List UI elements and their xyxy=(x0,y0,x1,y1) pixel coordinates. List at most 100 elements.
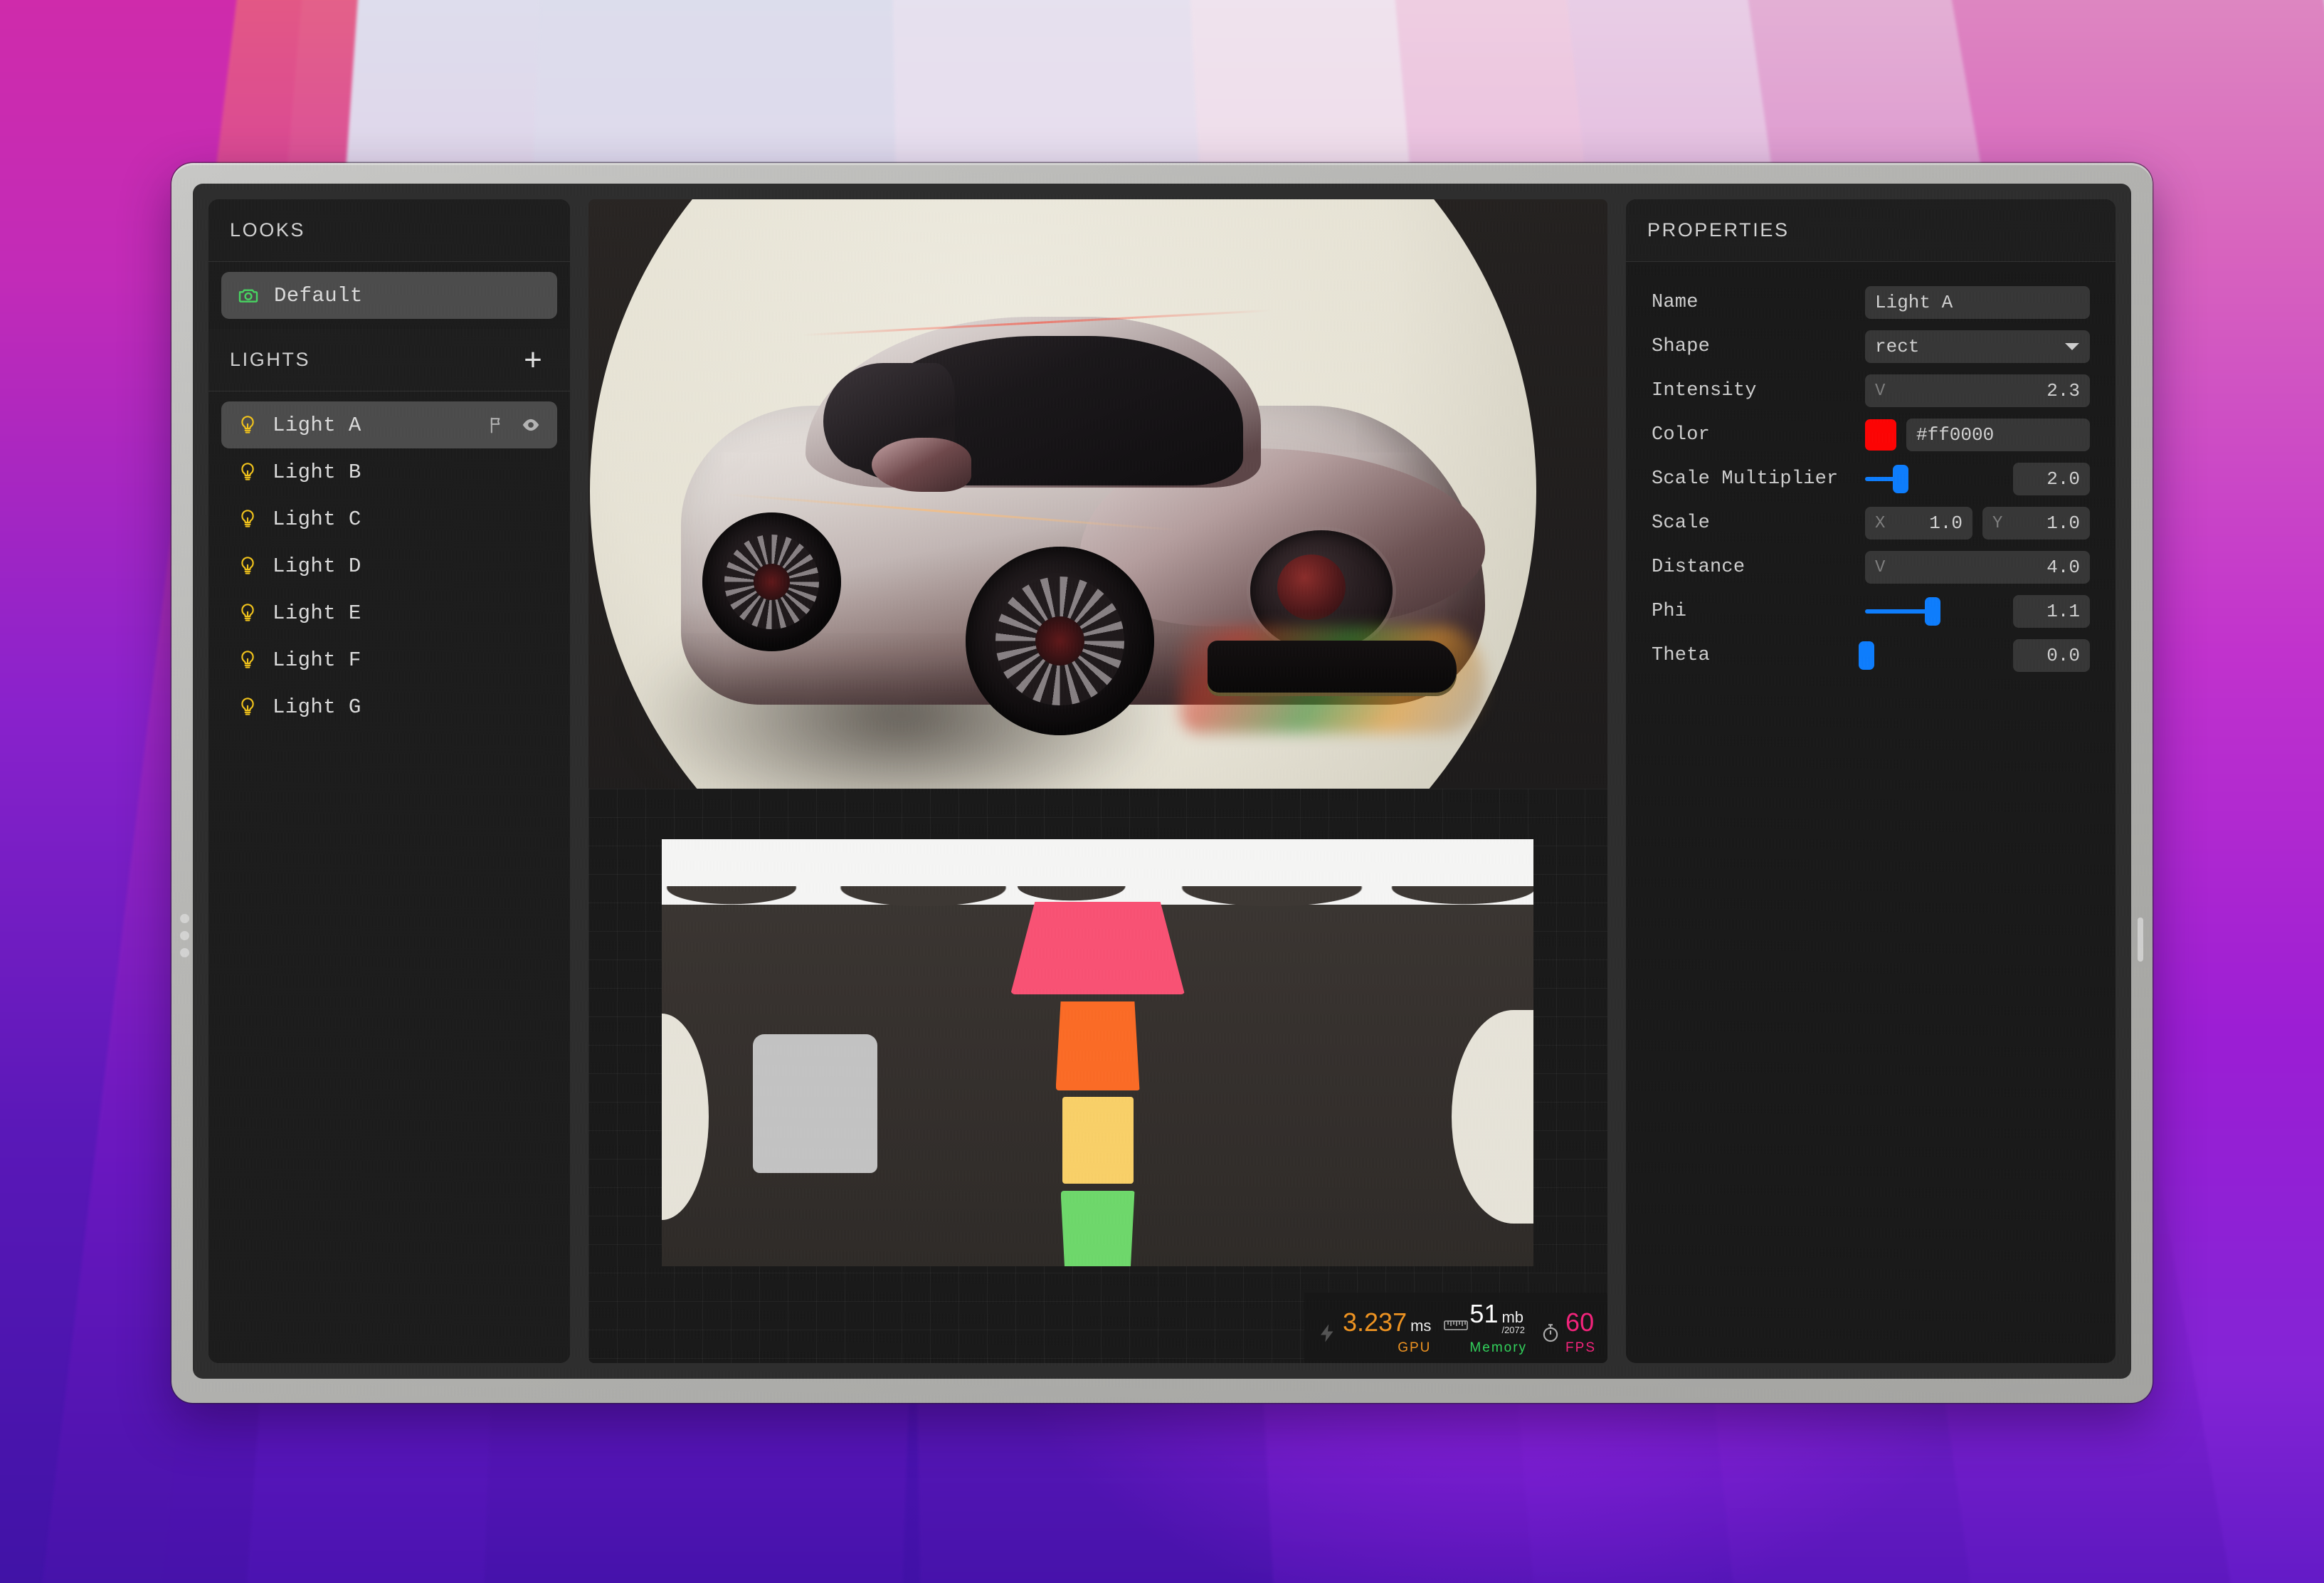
distance-input[interactable]: V 4.0 xyxy=(1865,551,2090,584)
bulb-icon xyxy=(237,555,258,577)
cream-blob-left xyxy=(662,1014,709,1220)
phi-label: Phi xyxy=(1652,601,1687,622)
lights-item-actions xyxy=(487,414,542,436)
property-row-scale: Scale X 1.0 Y 1.0 xyxy=(1652,501,2090,545)
viewport-stack: 3.237 ms GPU 51 mb /2072 Memory 60 FPS xyxy=(588,199,1607,1363)
render-viewport[interactable] xyxy=(588,199,1607,789)
stat-gpu-value: 3.237 xyxy=(1343,1308,1407,1337)
device-side-buttons[interactable] xyxy=(180,914,190,965)
lights-item-light-c[interactable]: Light C xyxy=(221,495,557,542)
intensity-axis: V xyxy=(1875,381,1886,401)
lights-item-light-e[interactable]: Light E xyxy=(221,589,557,636)
scale-y-input[interactable]: Y 1.0 xyxy=(1982,507,2090,540)
bulb-icon xyxy=(237,508,258,530)
property-row-distance: Distance V 4.0 xyxy=(1652,545,2090,589)
bulb-icon xyxy=(237,602,258,624)
lights-item-label: Light A xyxy=(273,413,361,437)
stat-gpu: 3.237 ms GPU xyxy=(1317,1310,1431,1356)
lights-item-label: Light D xyxy=(273,554,361,578)
light-layout-viewport[interactable]: 3.237 ms GPU 51 mb /2072 Memory 60 FPS xyxy=(588,789,1607,1363)
looks-item-default[interactable]: Default xyxy=(221,272,557,319)
name-label: Name xyxy=(1652,292,1699,313)
stat-memory-value: 51 xyxy=(1469,1298,1499,1328)
flag-icon[interactable] xyxy=(487,415,507,435)
lights-item-label: Light C xyxy=(273,507,361,531)
name-input[interactable]: Light A xyxy=(1865,286,2090,319)
performance-stats-overlay: 3.237 ms GPU 51 mb /2072 Memory 60 FPS xyxy=(1304,1292,1607,1363)
shape-value: rect xyxy=(1875,336,1920,357)
lights-item-light-g[interactable]: Light G xyxy=(221,683,557,730)
scale-multiplier-slider[interactable] xyxy=(1865,463,2003,495)
stat-memory-caption: Memory xyxy=(1469,1340,1528,1355)
chevron-down-icon xyxy=(2064,336,2080,357)
lights-item-label: Light E xyxy=(273,601,361,625)
strip-green[interactable] xyxy=(1060,1191,1135,1266)
stat-gpu-caption: GPU xyxy=(1398,1340,1432,1355)
looks-section-header: LOOKS xyxy=(208,199,570,262)
scale-label: Scale xyxy=(1652,512,1711,534)
property-row-color: Color #ff0000 xyxy=(1652,413,2090,457)
lighting-editor-app: LOOKS Default LIGHTS + Light A Light B L… xyxy=(193,184,2131,1379)
add-light-button[interactable]: + xyxy=(517,344,549,376)
lights-item-light-d[interactable]: Light D xyxy=(221,542,557,589)
property-row-phi: Phi 1.1 xyxy=(1652,589,2090,633)
strip-pink[interactable] xyxy=(1010,902,1185,994)
looks-list: Default xyxy=(208,262,570,329)
bulb-icon xyxy=(237,649,258,670)
properties-body: Name Light A Shape rect Intensity V 2.3 … xyxy=(1626,262,2116,692)
shape-label: Shape xyxy=(1652,336,1711,357)
scale-multiplier-value[interactable]: 2.0 xyxy=(2013,463,2090,495)
eye-icon[interactable] xyxy=(520,414,542,436)
color-swatch[interactable] xyxy=(1865,419,1896,451)
laptop-device-frame: LOOKS Default LIGHTS + Light A Light B L… xyxy=(171,163,2153,1403)
lights-list: Light A Light B Light C Light D Light E … xyxy=(208,391,570,1363)
scale-y-axis: Y xyxy=(1992,513,2003,533)
lights-item-label: Light F xyxy=(273,648,361,672)
scale-x-input[interactable]: X 1.0 xyxy=(1865,507,1972,540)
color-hex-value: #ff0000 xyxy=(1916,424,1995,446)
distance-axis: V xyxy=(1875,557,1886,577)
stat-gpu-unit: ms xyxy=(1410,1317,1432,1335)
stat-memory: 51 mb /2072 Memory xyxy=(1444,1298,1528,1356)
car-render xyxy=(681,285,1506,740)
scale-y-value: 1.0 xyxy=(2046,512,2080,534)
property-row-scale-multiplier: Scale Multiplier 2.0 xyxy=(1652,457,2090,501)
lights-title: LIGHTS xyxy=(230,349,311,370)
looks-item-label: Default xyxy=(274,283,363,307)
intensity-label: Intensity xyxy=(1652,380,1757,401)
stat-fps-caption: FPS xyxy=(1565,1340,1596,1355)
lights-section-header: LIGHTS + xyxy=(208,329,570,391)
bulb-icon xyxy=(237,414,258,436)
looks-title: LOOKS xyxy=(230,219,306,241)
bulb-icon xyxy=(237,461,258,483)
color-hex-input[interactable]: #ff0000 xyxy=(1906,419,2090,451)
stat-memory-total: /2072 xyxy=(1501,1324,1526,1335)
property-row-theta: Theta 0.0 xyxy=(1652,633,2090,678)
property-row-name: Name Light A xyxy=(1652,280,2090,325)
stat-fps-value: 60 xyxy=(1565,1308,1595,1337)
lights-item-light-f[interactable]: Light F xyxy=(221,636,557,683)
theta-value[interactable]: 0.0 xyxy=(2013,639,2090,672)
color-label: Color xyxy=(1652,424,1711,446)
intensity-input[interactable]: V 2.3 xyxy=(1865,374,2090,407)
property-row-intensity: Intensity V 2.3 xyxy=(1652,369,2090,413)
sidebar: LOOKS Default LIGHTS + Light A Light B L… xyxy=(208,199,570,1363)
strip-yellow[interactable] xyxy=(1062,1097,1134,1184)
environment-canvas[interactable] xyxy=(662,839,1533,1266)
device-side-switch[interactable] xyxy=(2138,917,2143,962)
lights-item-light-a[interactable]: Light A xyxy=(221,401,557,448)
stopwatch-icon xyxy=(1540,1322,1561,1344)
shape-select[interactable]: rect xyxy=(1865,330,2090,363)
lights-item-light-b[interactable]: Light B xyxy=(221,448,557,495)
distance-value: 4.0 xyxy=(2046,557,2080,578)
sky-band xyxy=(662,839,1533,929)
phi-slider[interactable] xyxy=(1865,595,2003,628)
phi-value[interactable]: 1.1 xyxy=(2013,595,2090,628)
grey-panel-shape[interactable] xyxy=(753,1034,877,1173)
camera-icon xyxy=(237,284,260,307)
strip-orange[interactable] xyxy=(1055,1001,1140,1090)
intensity-value: 2.3 xyxy=(2046,380,2080,401)
theta-slider[interactable] xyxy=(1859,639,2003,672)
bulb-icon xyxy=(237,696,258,717)
name-value: Light A xyxy=(1875,292,1953,313)
